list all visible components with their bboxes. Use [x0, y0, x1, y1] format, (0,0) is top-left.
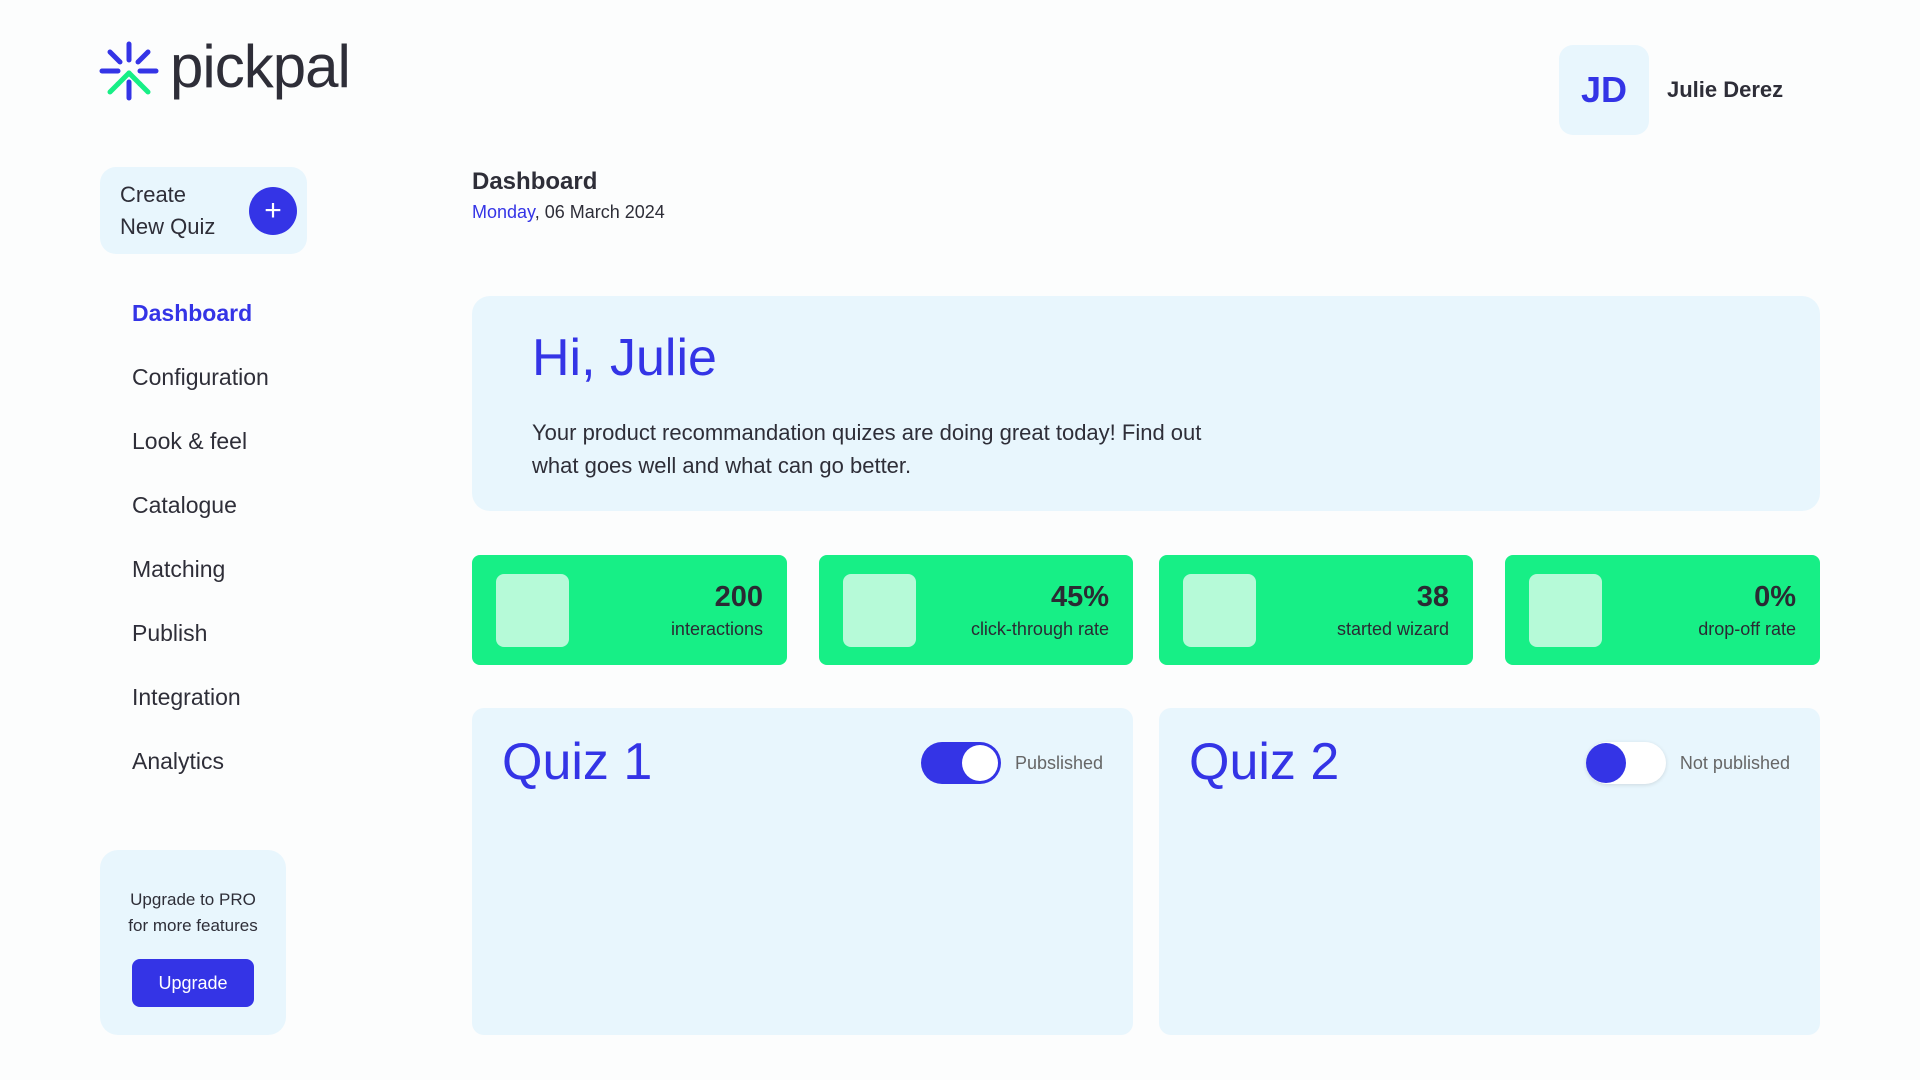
user-name: Julie Derez — [1667, 77, 1784, 102]
avatar[interactable]: JD — [1559, 45, 1649, 135]
stats-row: 200 interactions 45% click-through rate … — [472, 555, 1820, 665]
stat-card-started-wizard[interactable]: 38 started wizard — [1159, 555, 1473, 665]
stat-card-click-through-rate[interactable]: 45% click-through rate — [819, 555, 1133, 665]
quiz-title: Quiz 1 — [502, 733, 653, 791]
user-profile[interactable]: JD Julie Derez — [1559, 45, 1783, 135]
publish-toggle[interactable] — [1585, 742, 1666, 784]
stat-value: 200 — [714, 581, 763, 613]
sidebar-item-catalogue[interactable]: Catalogue — [132, 488, 269, 552]
sidebar-item-publish[interactable]: Publish — [132, 616, 269, 680]
publish-toggle[interactable] — [920, 742, 1001, 784]
upgrade-card: Upgrade to PRO for more features Upgrade — [100, 850, 286, 1035]
stat-card-drop-off-rate[interactable]: 0% drop-off rate — [1505, 555, 1820, 665]
page-date-day: Monday — [472, 202, 535, 222]
create-quiz-label-line1: Create — [120, 181, 187, 207]
stat-icon — [843, 574, 916, 647]
quiz-card-1[interactable]: Quiz 1 Pubslished — [472, 708, 1133, 1035]
publish-status-label: Pubslished — [1014, 752, 1103, 773]
sidebar-item-look-and-feel[interactable]: Look & feel — [132, 424, 269, 488]
sidebar-item-integration[interactable]: Integration — [132, 680, 269, 744]
stat-label: drop-off rate — [1698, 619, 1796, 639]
sidebar-item-configuration[interactable]: Configuration — [132, 360, 269, 424]
sidebar-nav: Dashboard Configuration Look & feel Cata… — [132, 296, 269, 808]
page-date-rest: , 06 March 2024 — [534, 202, 665, 222]
stat-icon — [1183, 574, 1256, 647]
stat-value: 45% — [1050, 581, 1109, 613]
stat-label: started wizard — [1336, 619, 1449, 639]
stat-label: click-through rate — [970, 619, 1109, 639]
quiz-title: Quiz 2 — [1189, 733, 1340, 791]
upgrade-text-line2: for more features — [128, 916, 258, 935]
upgrade-button[interactable]: Upgrade — [132, 959, 254, 1007]
stat-value: 0% — [1754, 581, 1796, 613]
welcome-greeting: Hi, Julie — [532, 329, 717, 387]
publish-status-label: Not published — [1679, 752, 1790, 773]
quiz-publish-status: Not published — [1585, 742, 1790, 784]
sidebar-item-matching[interactable]: Matching — [132, 552, 269, 616]
stat-icon — [1529, 574, 1602, 647]
upgrade-text-line1: Upgrade to PRO — [130, 890, 256, 909]
plus-icon[interactable]: + — [249, 186, 297, 235]
stat-card-interactions[interactable]: 200 interactions — [472, 555, 787, 665]
brand-logo[interactable]: pickpal — [98, 33, 351, 102]
sidebar-item-dashboard[interactable]: Dashboard — [132, 296, 269, 360]
toggle-knob — [1585, 743, 1626, 783]
toggle-knob — [961, 745, 998, 781]
page-date: Monday, 06 March 2024 — [472, 202, 665, 223]
quiz-publish-status: Pubslished — [920, 742, 1103, 784]
create-quiz-label: Create New Quiz — [120, 179, 215, 243]
quiz-card-2[interactable]: Quiz 2 Not published — [1159, 708, 1820, 1035]
brand-name: pickpal — [170, 33, 351, 100]
sidebar-item-analytics[interactable]: Analytics — [132, 744, 269, 808]
upgrade-text: Upgrade to PRO for more features — [128, 887, 257, 939]
create-new-quiz-button[interactable]: Create New Quiz + — [100, 167, 307, 254]
page-title: Dashboard — [472, 168, 598, 195]
stat-value: 38 — [1416, 581, 1449, 613]
welcome-message: Your product recommandation quizes are d… — [532, 420, 1202, 478]
pickpal-logo-icon — [99, 41, 159, 101]
stat-label: interactions — [670, 619, 763, 639]
create-quiz-label-line2: New Quiz — [120, 213, 216, 239]
stat-icon — [496, 574, 569, 647]
welcome-banner: Hi, Julie Your product recommandation qu… — [472, 296, 1820, 511]
